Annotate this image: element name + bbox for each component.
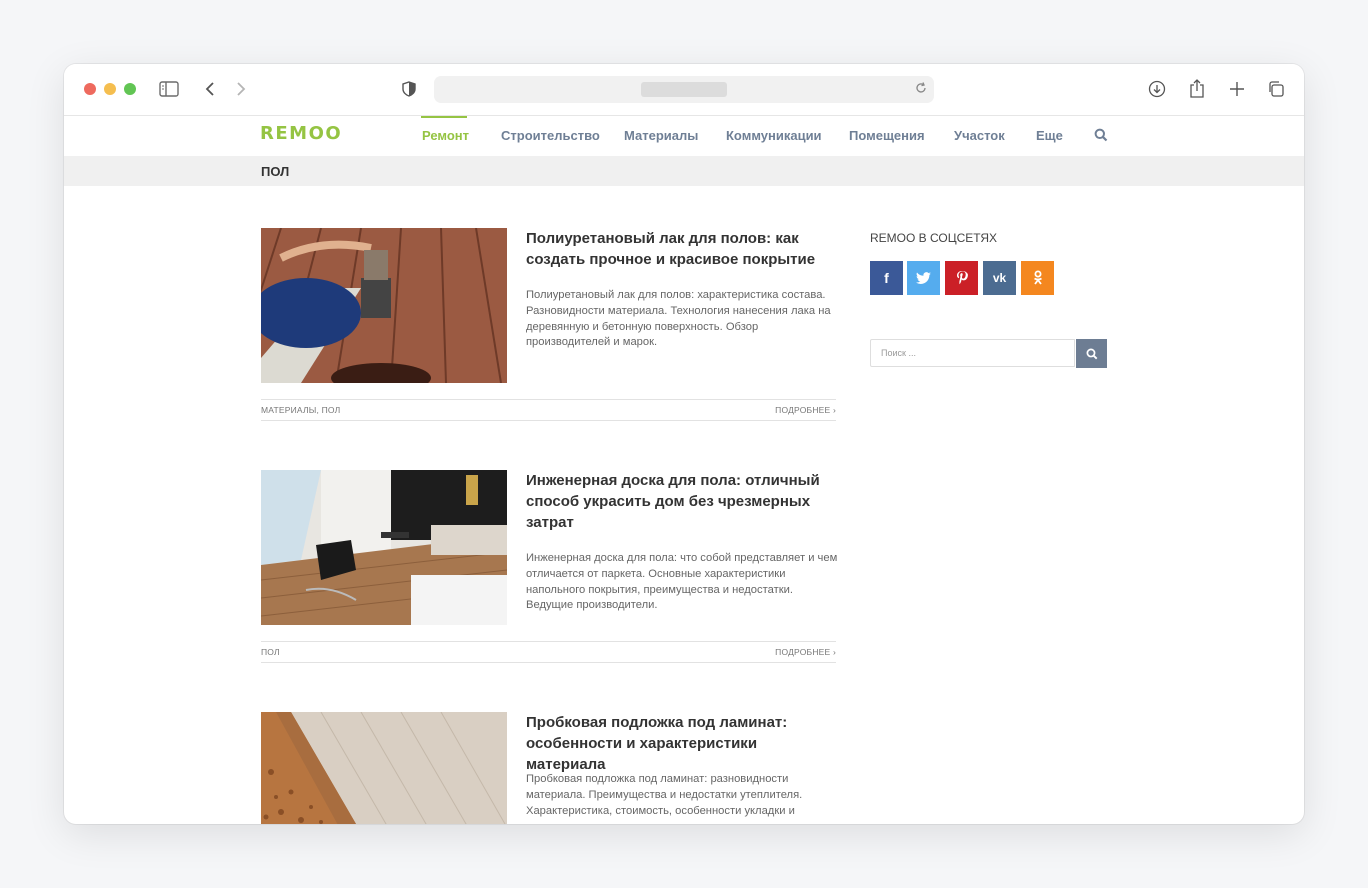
sidebar-search-input[interactable]: Поиск ... [870, 339, 1075, 367]
article-title[interactable]: Инженерная доска для пола: отличный спос… [526, 470, 838, 533]
article-meta: ПОЛ ПОДРОБНЕЕ › [261, 641, 836, 663]
article-thumbnail[interactable] [261, 470, 507, 625]
new-tab-icon[interactable] [1226, 78, 1248, 100]
address-bar[interactable] [434, 76, 934, 103]
url-text [641, 82, 727, 97]
read-more-link[interactable]: ПОДРОБНЕЕ › [775, 405, 836, 415]
nav-item-materialy[interactable]: Материалы [624, 128, 698, 143]
reload-icon[interactable] [914, 81, 930, 97]
shield-icon[interactable] [398, 78, 420, 100]
article-excerpt: Полиуретановый лак для полов: характерис… [526, 289, 831, 349]
article-thumbnail[interactable] [261, 228, 507, 383]
facebook-icon: f [884, 270, 889, 286]
read-more-link[interactable]: ПОДРОБНЕЕ › [775, 647, 836, 657]
nav-item-remont[interactable]: Ремонт [422, 128, 469, 143]
article-card: Полиуретановый лак для полов: как создат… [261, 228, 836, 421]
site-logo[interactable]: REMOO [260, 123, 350, 147]
search-placeholder: Поиск ... [881, 348, 916, 358]
search-icon [1086, 348, 1097, 359]
browser-toolbar [64, 64, 1304, 116]
sidebar-icon[interactable] [158, 78, 180, 100]
article-meta: МАТЕРИАЛЫ, ПОЛ ПОДРОБНЕЕ › [261, 399, 836, 421]
browser-window: REMOO Ремонт Строительство Материалы Ком… [64, 64, 1304, 824]
article-title[interactable]: Полиуретановый лак для полов: как создат… [526, 228, 838, 270]
twitter-button[interactable] [907, 261, 940, 295]
article-title[interactable]: Пробковая подложка под ламинат: особенно… [526, 712, 838, 775]
nav-active-indicator [421, 116, 467, 118]
download-icon[interactable] [1146, 78, 1168, 100]
tabs-icon[interactable] [1265, 78, 1287, 100]
search-icon[interactable] [1094, 128, 1108, 142]
pinterest-icon [956, 270, 968, 284]
web-page: REMOO Ремонт Строительство Материалы Ком… [64, 116, 1304, 824]
nav-item-eshche[interactable]: Еще [1036, 128, 1063, 143]
nav-item-stroitelstvo[interactable]: Строительство [501, 128, 600, 143]
close-window-button[interactable] [84, 83, 96, 95]
facebook-button[interactable]: f [870, 261, 903, 295]
share-icon[interactable] [1186, 78, 1208, 100]
odnoklassniki-icon [1033, 270, 1042, 285]
page-title: ПОЛ [261, 164, 290, 179]
odnoklassniki-button[interactable] [1021, 261, 1054, 295]
article-card: Инженерная доска для пола: отличный спос… [261, 470, 838, 663]
category-title-bar: ПОЛ [64, 156, 1304, 186]
nav-item-uchastok[interactable]: Участок [954, 128, 1005, 143]
back-icon[interactable] [199, 78, 221, 100]
social-section-title: REMOO В СОЦСЕТЯХ [870, 231, 998, 245]
article-categories[interactable]: ПОЛ [261, 647, 280, 657]
forward-icon[interactable] [230, 78, 252, 100]
pinterest-button[interactable] [945, 261, 978, 295]
vk-button[interactable]: vk [983, 261, 1016, 295]
sidebar-search-button[interactable] [1076, 339, 1107, 368]
svg-text:REMOO: REMOO [260, 124, 342, 142]
article-excerpt: Пробковая подложка под ламинат: разновид… [526, 773, 803, 817]
article-card: Пробковая подложка под ламинат: особенно… [261, 712, 836, 824]
site-header: REMOO Ремонт Строительство Материалы Ком… [64, 116, 1304, 156]
article-categories[interactable]: МАТЕРИАЛЫ, ПОЛ [261, 405, 340, 415]
twitter-icon [916, 272, 931, 284]
maximize-window-button[interactable] [124, 83, 136, 95]
article-thumbnail[interactable] [261, 712, 507, 824]
minimize-window-button[interactable] [104, 83, 116, 95]
nav-item-kommunikatsii[interactable]: Коммуникации [726, 128, 822, 143]
vk-icon: vk [992, 271, 1007, 285]
article-excerpt: Инженерная доска для пола: что собой пре… [526, 552, 838, 612]
nav-item-pomeshcheniya[interactable]: Помещения [849, 128, 925, 143]
